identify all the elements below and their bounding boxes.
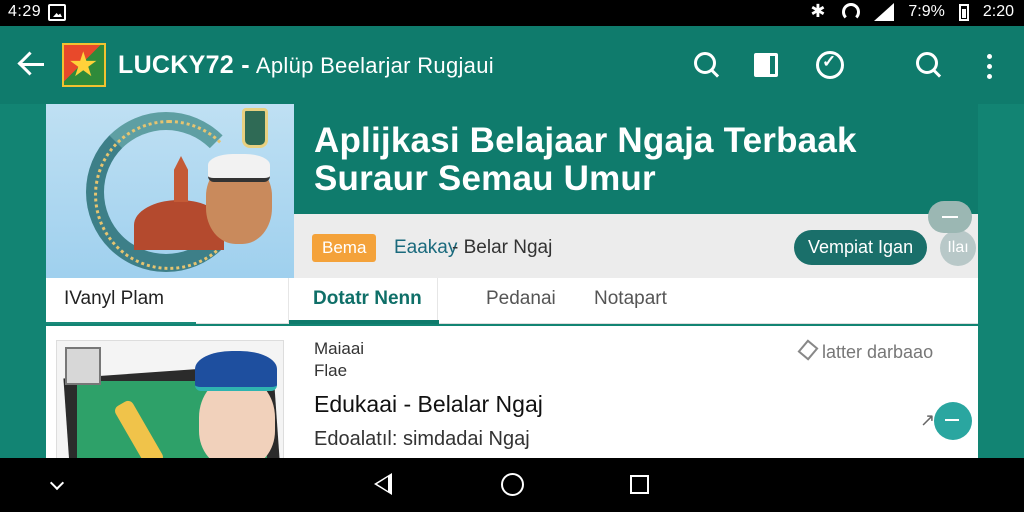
tab-1-label: IVanyl Plam: [64, 288, 164, 309]
card-title: Edukaai - Belalar Ngaj: [314, 391, 543, 417]
hero-title-line1: Aplijkasi Belajaar Ngaja Terbaak: [314, 121, 857, 160]
tab-3-label: Pedanai: [486, 288, 556, 309]
nav-recents-icon[interactable]: [630, 475, 649, 494]
collapse-chip[interactable]: [928, 201, 972, 233]
category-link[interactable]: Eaakay: [394, 237, 457, 259]
tab-4[interactable]: Notapart: [594, 278, 667, 324]
verified-badge-icon[interactable]: [815, 50, 845, 80]
tab-bar: IVanyl Plam Dotatr Nenn Pedanai Notapart: [46, 278, 978, 324]
tab-1[interactable]: IVanyl Plam: [46, 278, 196, 324]
app-bar: LUCKY72 -Aplüp Beelarjar Rugjaui: [0, 26, 1024, 104]
hero-title-line2: Suraur Semau Umur: [314, 159, 656, 198]
nav-home-icon[interactable]: [501, 473, 524, 496]
signal-icon: [874, 3, 895, 21]
card-description: Edoalatıl: simdadai Ngaj: [314, 428, 530, 450]
status-right-time: 2:20: [982, 3, 1014, 20]
status-icons: 7:9% 2:20: [808, 1, 1014, 22]
nav-back-icon[interactable]: [374, 473, 392, 495]
hero-title-area: Aplijkasi Belajaar Ngaja Terbaak Suraur …: [294, 104, 978, 214]
lantern-icon: [242, 108, 268, 148]
pin-icon: [798, 342, 816, 360]
content-list: Maiaai Flae Edukaai - Belalar Ngaj Edoal…: [46, 326, 978, 458]
meta-text: Belar Ngaj: [452, 237, 553, 259]
card-kicker: Maiaai: [314, 339, 365, 358]
app-title-name: LUCKY72 -: [118, 51, 250, 79]
tab-2-label: Dotatr Nenn: [313, 288, 422, 309]
save-later-button[interactable]: latter darbaao: [798, 342, 933, 363]
hero-illustration: [46, 104, 294, 278]
thumb-photo: [65, 347, 101, 385]
tab-4-label: Notapart: [594, 288, 667, 309]
system-nav-bar: [0, 458, 1024, 512]
search-icon[interactable]: [692, 50, 722, 80]
hide-keyboard-icon[interactable]: [49, 475, 65, 491]
tab-3[interactable]: Pedanai: [486, 278, 556, 324]
hero-meta: Bema Eaakay Belar Ngaj Vempiat Igan Ilaı: [294, 214, 978, 278]
app-title-subtitle: Aplüp Beelarjar Rugjaui: [255, 53, 494, 78]
more-vert-icon[interactable]: [985, 52, 993, 82]
share-fab-button[interactable]: [934, 402, 972, 440]
child-cap: [195, 351, 277, 391]
wifi-icon: [842, 3, 861, 21]
app-logo: [62, 43, 106, 87]
status-time: 4:29: [8, 3, 42, 20]
extra-button[interactable]: Ilaı: [940, 230, 976, 266]
book-icon[interactable]: [752, 50, 782, 80]
back-arrow-icon[interactable]: [18, 50, 46, 78]
tab-2-active[interactable]: Dotatr Nenn: [288, 278, 439, 324]
install-button[interactable]: Vempiat Igan: [794, 230, 928, 265]
hero-title: Aplijkasi Belajaar Ngaja Terbaak Suraur …: [314, 122, 857, 198]
search-icon-secondary[interactable]: [914, 50, 944, 80]
app-title: LUCKY72 - Aplüp Beelarjar Rugjaui: [118, 51, 494, 80]
card-kicker-secondary: Flae: [314, 361, 348, 380]
peci-cap: [208, 154, 270, 182]
screenshot-icon: [48, 4, 66, 21]
status-bar: 4:29 7:9% 2:20: [0, 0, 1024, 26]
card-thumbnail[interactable]: [56, 340, 284, 458]
battery-percent: 7:9%: [908, 3, 945, 20]
save-later-label: latter darbaao: [822, 342, 934, 362]
category-tag[interactable]: Bema: [312, 234, 377, 262]
bluetooth-icon: [808, 1, 828, 22]
card-body[interactable]: Maiaai Flae Edukaai - Belalar Ngaj Edoal…: [314, 338, 543, 452]
hero-banner[interactable]: Aplijkasi Belajaar Ngaja Terbaak Suraur …: [46, 104, 978, 278]
battery-icon: [958, 3, 969, 21]
share-arrow-icon: ↗: [920, 410, 936, 430]
